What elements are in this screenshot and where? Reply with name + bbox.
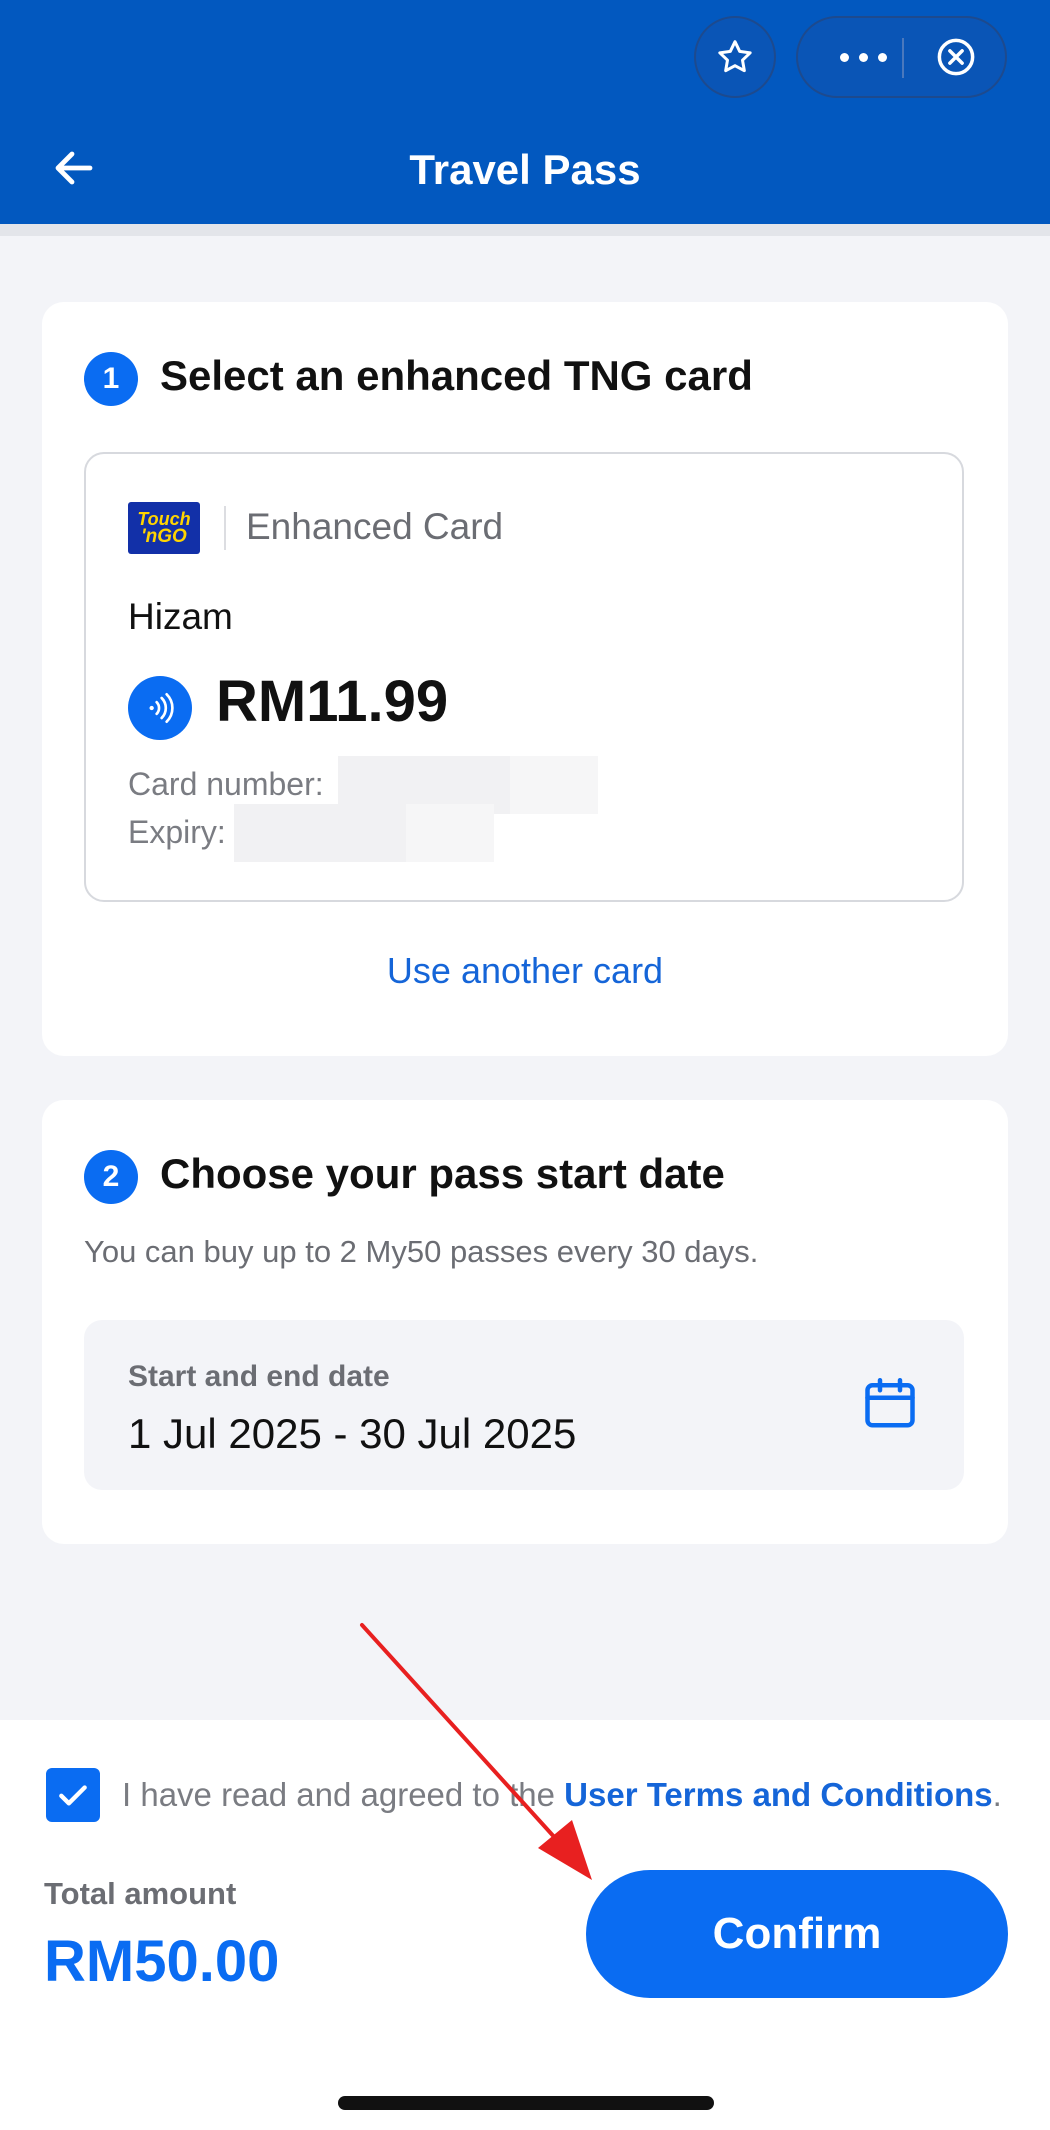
- star-icon: [718, 40, 752, 73]
- close-button[interactable]: [926, 18, 986, 96]
- contactless-icon: [128, 676, 192, 740]
- logo-divider: [224, 506, 226, 550]
- date-range-label: Start and end date: [128, 1360, 390, 1393]
- date-range-picker[interactable]: Start and end date 1 Jul 2025 - 30 Jul 2…: [84, 1320, 964, 1490]
- capsule-divider: [902, 38, 904, 78]
- calendar-icon[interactable]: [860, 1374, 920, 1434]
- start-date-section: 2 Choose your pass start date You can bu…: [42, 1100, 1008, 1544]
- page-title: Travel Pass: [409, 146, 641, 193]
- total-amount-label: Total amount: [44, 1876, 237, 1911]
- terms-agreement-text: I have read and agreed to the User Terms…: [122, 1776, 1002, 1813]
- section-title: Choose your pass start date: [160, 1150, 725, 1197]
- use-another-card-link[interactable]: Use another card: [42, 950, 1008, 992]
- section-title: Select an enhanced TNG card: [160, 352, 753, 399]
- checkmark-icon: [59, 1785, 87, 1806]
- purchase-limit-note: You can buy up to 2 My50 passes every 30…: [84, 1234, 759, 1269]
- favorite-button[interactable]: [694, 16, 776, 98]
- expiry-label: Expiry:: [128, 814, 226, 850]
- confirm-button[interactable]: Confirm: [586, 1870, 1008, 1998]
- more-dots-icon[interactable]: [828, 18, 898, 96]
- select-card-section: 1 Select an enhanced TNG card Touch 'nGO…: [42, 302, 1008, 1056]
- date-range-value: 1 Jul 2025 - 30 Jul 2025: [128, 1410, 577, 1457]
- card-holder-name: Hizam: [128, 596, 233, 637]
- home-indicator: [338, 2096, 714, 2110]
- total-amount-value: RM50.00: [44, 1929, 280, 1994]
- app-header: Travel Pass: [0, 0, 1050, 224]
- card-type-label: Enhanced Card: [246, 506, 504, 547]
- card-number-label: Card number:: [128, 766, 324, 802]
- close-circle-icon: [937, 38, 975, 76]
- terms-link[interactable]: User Terms and Conditions: [564, 1776, 992, 1813]
- header-divider: [0, 224, 1050, 236]
- step-number-badge: 2: [84, 1150, 138, 1204]
- mini-program-capsule: [796, 16, 1007, 98]
- touch-n-go-logo: Touch 'nGO: [128, 502, 200, 554]
- card-balance: RM11.99: [216, 669, 449, 734]
- selected-card[interactable]: Touch 'nGO Enhanced Card Hizam RM11.99 C…: [84, 452, 964, 902]
- terms-checkbox[interactable]: [46, 1768, 100, 1822]
- redacted-expiry: [234, 804, 406, 862]
- checkout-footer: I have read and agreed to the User Terms…: [0, 1720, 1050, 2130]
- step-number-badge: 1: [84, 352, 138, 406]
- redacted-expiry: [406, 804, 494, 862]
- redacted-card-number: [510, 756, 598, 814]
